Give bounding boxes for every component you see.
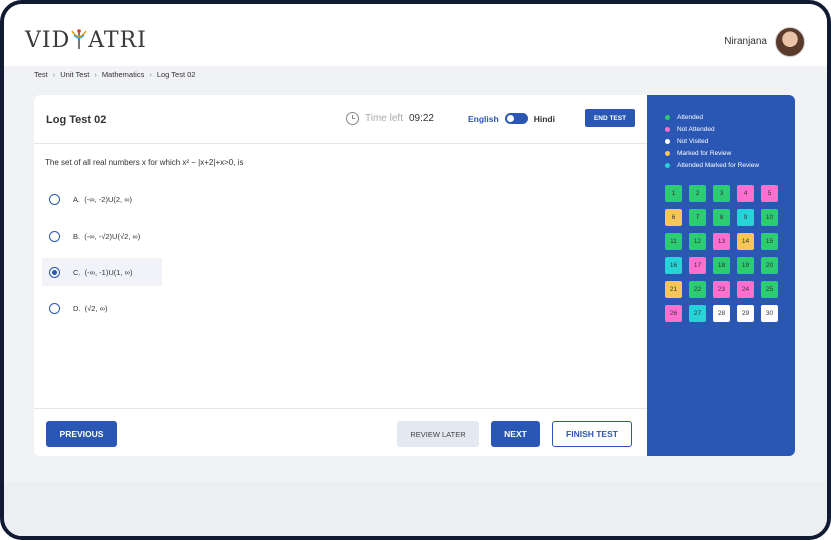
question-number-button[interactable]: 16 bbox=[665, 257, 682, 274]
status-dot-icon bbox=[665, 114, 670, 120]
question-number-button[interactable]: 19 bbox=[737, 257, 754, 274]
radio-button[interactable] bbox=[49, 230, 60, 242]
question-number-button[interactable]: 24 bbox=[737, 281, 754, 298]
previous-button[interactable]: PREVIOUS bbox=[46, 421, 117, 447]
status-dot-icon bbox=[665, 150, 670, 156]
question-card: Log Test 02 Time left 09:22 English Hind… bbox=[34, 95, 648, 456]
question-number-button[interactable]: 11 bbox=[665, 233, 682, 250]
legend-label: Not Visited bbox=[677, 137, 709, 145]
option-text: (-∞, -1)U(1, ∞) bbox=[84, 267, 133, 277]
question-number-button[interactable]: 26 bbox=[665, 305, 682, 322]
question-number-button[interactable]: 12 bbox=[689, 233, 706, 250]
finish-test-button[interactable]: FINISH TEST bbox=[552, 421, 632, 447]
question-number-button[interactable]: 5 bbox=[761, 185, 778, 202]
question-number-button[interactable]: 6 bbox=[665, 209, 682, 226]
option-text: (-∞, -2)U(2, ∞) bbox=[84, 194, 133, 204]
status-dot-icon bbox=[665, 126, 670, 132]
question-number-button[interactable]: 25 bbox=[761, 281, 778, 298]
lang-hindi-label[interactable]: Hindi bbox=[534, 114, 555, 124]
time-left-value: 09:22 bbox=[408, 113, 434, 124]
question-number-button[interactable]: 2 bbox=[689, 185, 706, 202]
logo-text-right: ATRI bbox=[88, 28, 147, 53]
radio-button[interactable] bbox=[49, 193, 60, 205]
breadcrumb-item-test[interactable]: Test bbox=[34, 70, 48, 79]
brand-logo[interactable]: VID ATRI bbox=[25, 28, 147, 53]
avatar[interactable] bbox=[775, 27, 805, 57]
question-number-button[interactable]: 30 bbox=[761, 305, 778, 322]
question-grid: 1 2 3 4 5 6 7 8 9 10 11 12 13 14 15 16 17 18 19 20 21 22 23 24 2… bbox=[665, 185, 778, 322]
status-dot-icon bbox=[665, 162, 670, 168]
legend-label: Marked for Review bbox=[677, 149, 732, 157]
question-palette: Attended Not Attended Not Visited Marked fo… bbox=[647, 95, 795, 456]
test-title: Log Test 02 bbox=[46, 114, 107, 126]
question-number-button[interactable]: 9 bbox=[737, 209, 754, 226]
logo-text-left: VID bbox=[25, 28, 71, 53]
question-number-button[interactable]: 4 bbox=[737, 185, 754, 202]
next-button[interactable]: NEXT bbox=[491, 421, 540, 447]
question-number-button[interactable]: 3 bbox=[713, 185, 730, 202]
top-bar: VID ATRI Niranjana bbox=[4, 4, 827, 66]
divider bbox=[34, 143, 648, 144]
option-letter: C. bbox=[73, 267, 81, 277]
question-number-button[interactable]: 8 bbox=[713, 209, 730, 226]
radio-button[interactable] bbox=[49, 302, 60, 314]
option-text: (-∞, -√2)U(√2, ∞) bbox=[84, 231, 141, 241]
review-later-button[interactable]: REVIEW LATER bbox=[397, 421, 479, 447]
option-d[interactable]: D. (√2, ∞) bbox=[42, 294, 162, 322]
legend-label: Not Attended bbox=[677, 125, 715, 133]
radio-button-selected[interactable] bbox=[49, 266, 60, 278]
question-number-button[interactable]: 10 bbox=[761, 209, 778, 226]
question-text: The set of all real numbers x for which … bbox=[45, 158, 244, 167]
time-left-label: Time left bbox=[365, 113, 403, 124]
question-number-button[interactable]: 23 bbox=[713, 281, 730, 298]
chevron-right-icon: › bbox=[52, 70, 56, 79]
legend-label: Attended Marked for Review bbox=[677, 161, 760, 169]
option-letter: B. bbox=[73, 231, 81, 241]
chevron-right-icon: › bbox=[94, 70, 97, 79]
end-test-button[interactable]: END TEST bbox=[585, 109, 635, 127]
option-letter: D. bbox=[73, 303, 81, 313]
breadcrumb-item-unit-test[interactable]: Unit Test bbox=[60, 70, 89, 79]
breadcrumb-item-current: Log Test 02 bbox=[156, 70, 196, 79]
question-number-button[interactable]: 1 bbox=[665, 185, 682, 202]
user-name[interactable]: Niranjana bbox=[724, 36, 767, 47]
option-c[interactable]: C. (-∞, -1)U(1, ∞) bbox=[42, 258, 162, 286]
question-number-button[interactable]: 21 bbox=[665, 281, 682, 298]
question-number-button[interactable]: 29 bbox=[737, 305, 754, 322]
option-text: (√2, ∞) bbox=[84, 303, 108, 313]
legend-item: Marked for Review bbox=[665, 147, 759, 159]
logo-mark-icon bbox=[70, 28, 88, 50]
clock-icon bbox=[346, 112, 359, 125]
legend-item: Not Attended bbox=[665, 123, 759, 135]
lang-english-label[interactable]: English bbox=[468, 114, 499, 124]
option-b[interactable]: B. (-∞, -√2)U(√2, ∞) bbox=[42, 222, 162, 250]
question-number-button[interactable]: 22 bbox=[689, 281, 706, 298]
breadcrumb: Test › Unit Test › Mathematics › Log Test 02 bbox=[34, 70, 195, 79]
legend-item: Attended bbox=[665, 111, 759, 123]
option-letter: A. bbox=[73, 194, 81, 204]
page-footer-area bbox=[4, 482, 827, 536]
question-number-button[interactable]: 7 bbox=[689, 209, 706, 226]
question-number-button[interactable]: 15 bbox=[761, 233, 778, 250]
question-number-button[interactable]: 14 bbox=[737, 233, 754, 250]
question-number-button[interactable]: 13 bbox=[713, 233, 730, 250]
language-switch: English Hindi bbox=[468, 113, 555, 124]
status-dot-icon bbox=[665, 138, 670, 144]
legend-item: Not Visited bbox=[665, 135, 759, 147]
language-toggle[interactable] bbox=[504, 113, 528, 124]
question-number-button[interactable]: 28 bbox=[713, 305, 730, 322]
legend-label: Attended bbox=[677, 113, 704, 121]
breadcrumb-item-mathematics[interactable]: Mathematics bbox=[102, 70, 145, 79]
legend-item: Attended Marked for Review bbox=[665, 159, 759, 171]
timer: Time left 09:22 bbox=[346, 112, 434, 125]
question-number-button[interactable]: 20 bbox=[761, 257, 778, 274]
question-number-button[interactable]: 17 bbox=[689, 257, 706, 274]
question-number-button[interactable]: 27 bbox=[689, 305, 706, 322]
legend: Attended Not Attended Not Visited Marked fo… bbox=[665, 111, 759, 171]
divider bbox=[34, 408, 648, 409]
app-frame: VID ATRI Niranjana Test › Unit Test › Mathema… bbox=[0, 0, 831, 540]
option-a[interactable]: A. (-∞, -2)U(2, ∞) bbox=[42, 185, 162, 213]
question-number-button[interactable]: 18 bbox=[713, 257, 730, 274]
chevron-right-icon: › bbox=[149, 70, 152, 79]
